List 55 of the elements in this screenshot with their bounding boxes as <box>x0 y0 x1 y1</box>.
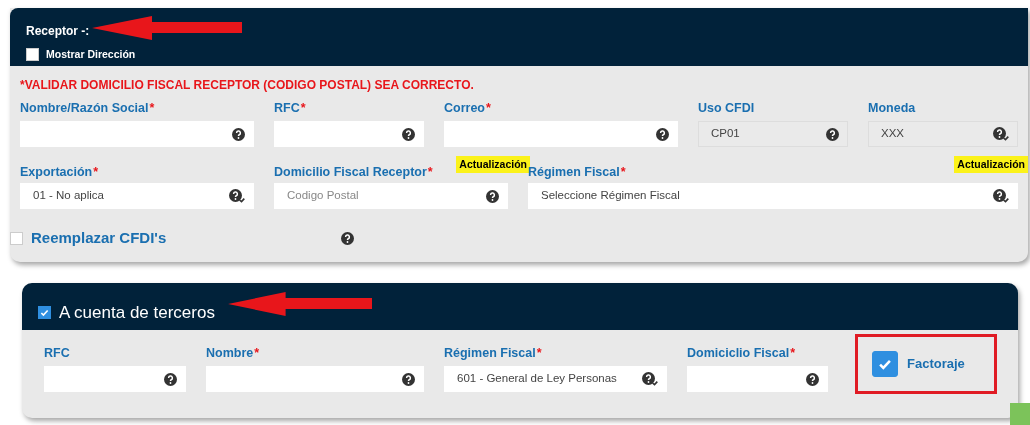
panel-title: Receptor -: <box>26 24 90 38</box>
help-icon[interactable] <box>232 127 245 141</box>
update-badge: Actualización <box>456 156 530 173</box>
help-icon[interactable] <box>402 372 415 386</box>
input-field[interactable] <box>206 366 424 392</box>
input-field[interactable] <box>687 366 828 392</box>
field-label: Régimen Fiscal <box>528 164 620 181</box>
input-field[interactable] <box>44 366 186 392</box>
help-icon[interactable] <box>656 127 669 141</box>
help-dropdown-icon[interactable] <box>229 189 245 203</box>
check-icon <box>40 308 49 317</box>
required-mark: * <box>536 345 542 362</box>
input-field[interactable] <box>444 121 678 147</box>
checkbox-label: Factoraje <box>907 355 965 374</box>
input-field[interactable]: 601 - General de Ley Personas <box>444 366 667 392</box>
checkbox-label: Reemplazar CFDI's <box>31 228 167 248</box>
help-icon[interactable] <box>402 127 415 141</box>
field-label: Nombre/Razón Social <box>20 100 149 117</box>
required-mark: * <box>620 164 626 181</box>
required-mark: * <box>149 100 155 117</box>
field-label: Correo <box>444 100 485 117</box>
required-mark: * <box>486 100 491 117</box>
warning-text: *VALIDAR DOMICILIO FISCAL RECEPTOR (CODIGO POSTAL) SEA CORRECTO. <box>19 77 475 92</box>
update-badge: Actualización <box>954 156 1028 173</box>
checkbox-label: Mostrar Dirección <box>46 47 136 62</box>
help-icon[interactable] <box>164 372 177 386</box>
field-label: RFC <box>44 345 70 362</box>
input-field[interactable]: 01 - No aplica <box>20 183 254 209</box>
help-icon[interactable] <box>341 231 355 245</box>
input-field[interactable] <box>20 121 254 147</box>
field-label: Uso CFDI <box>698 100 755 117</box>
required-mark: * <box>790 345 795 362</box>
input-field[interactable]: Seleccione Régimen Fiscal <box>528 183 1018 209</box>
input-field[interactable]: Codigo Postal <box>274 183 508 209</box>
required-mark: * <box>300 100 306 117</box>
panel-title: A cuenta de terceros <box>59 302 215 323</box>
checkbox[interactable] <box>10 231 23 245</box>
required-mark: * <box>427 164 433 181</box>
checkbox[interactable] <box>38 306 51 319</box>
required-mark: * <box>93 164 99 181</box>
checkbox[interactable] <box>872 351 898 377</box>
field-label: Domiciclio Fiscal <box>687 345 790 362</box>
field-label: Domicilio Fiscal Receptor <box>274 164 427 181</box>
field-label: RFC <box>274 100 300 117</box>
field-label: Régimen Fiscal <box>444 345 536 362</box>
field-label: Moneda <box>868 100 916 117</box>
checkbox[interactable] <box>26 48 39 62</box>
help-icon[interactable] <box>806 372 819 386</box>
input-field[interactable] <box>274 121 424 147</box>
field-label: Exportación <box>20 164 93 181</box>
field-label: Nombre <box>206 345 254 362</box>
help-dropdown-icon[interactable] <box>993 189 1009 203</box>
help-dropdown-icon[interactable] <box>642 372 658 386</box>
help-icon[interactable] <box>486 189 499 203</box>
required-mark: * <box>254 345 260 362</box>
